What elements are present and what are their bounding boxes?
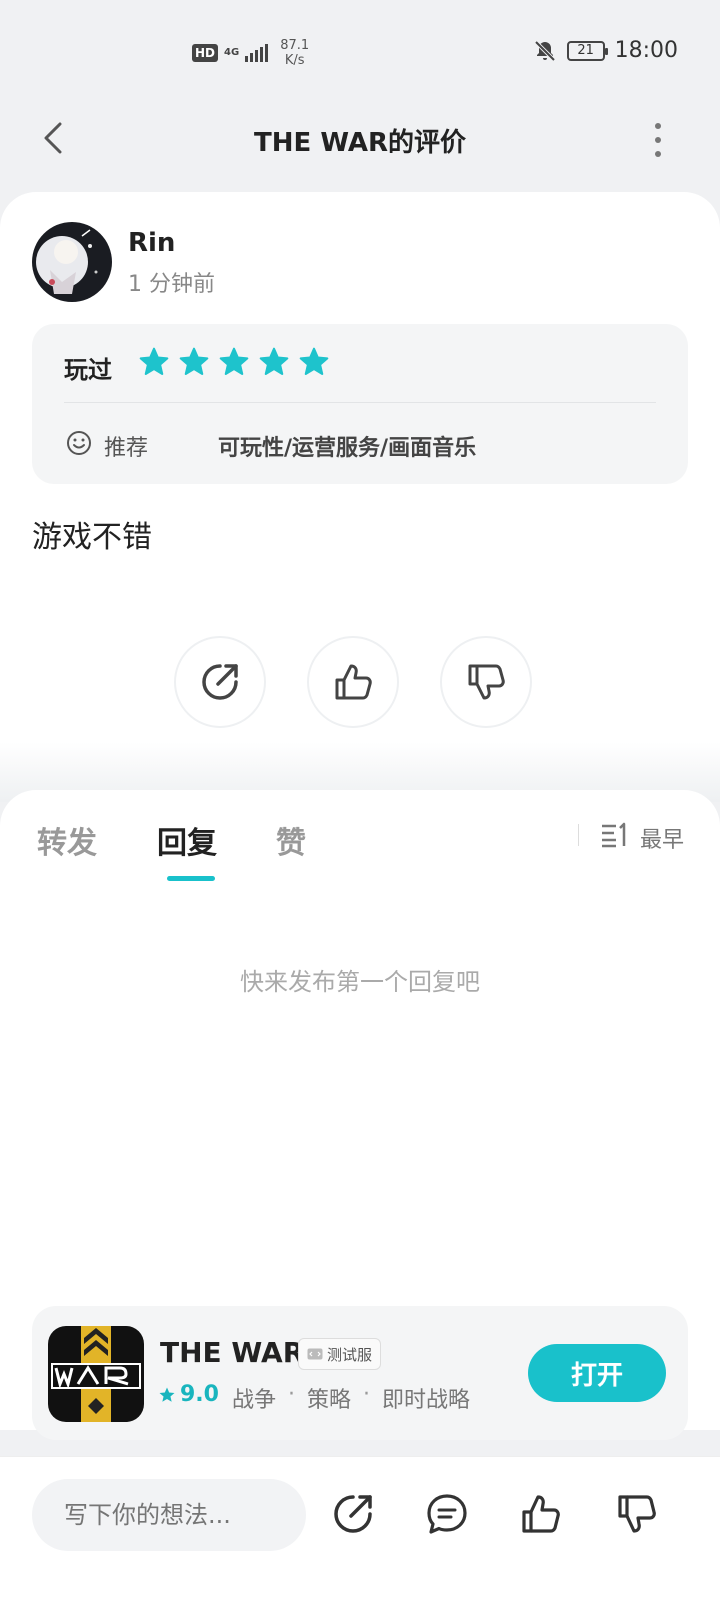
divider [64, 402, 656, 403]
beta-badge: 测试服 [298, 1338, 382, 1370]
page-title: THE WAR的评价 [254, 128, 466, 158]
more-button[interactable] [648, 122, 668, 158]
dislike-button[interactable] [612, 1489, 662, 1539]
dislike-button[interactable] [440, 636, 532, 728]
speed-value: 87.1 [280, 38, 310, 53]
posted-time: 1 分钟前 [128, 272, 215, 297]
app-name: THE WAR [160, 1336, 305, 1369]
divider [578, 824, 579, 846]
share-icon [202, 664, 238, 700]
avatar[interactable] [32, 222, 112, 302]
star-icon [219, 347, 249, 375]
app-tag: 即时战略 [382, 1388, 471, 1413]
network-type: 4G [224, 47, 240, 58]
status-bar: HD 4G 87.1 K/s 21 18:00 [0, 0, 720, 100]
hd-badge: HD [192, 44, 219, 62]
app-tag: 战争 [232, 1388, 277, 1413]
star-icon [159, 1387, 175, 1402]
the-war-logo [48, 1326, 144, 1422]
smile-icon [67, 431, 91, 455]
empty-replies-hint: 快来发布第一个回复吧 [240, 968, 480, 996]
battery-icon: 21 [566, 40, 608, 61]
star-rating [138, 346, 330, 378]
sort-icon[interactable] [600, 822, 630, 848]
sort-label[interactable]: 最早 [640, 822, 684, 854]
played-label: 玩过 [64, 356, 112, 384]
active-tab-indicator [167, 876, 215, 881]
star-icon [259, 347, 289, 375]
rating-box: 玩过 推荐 可玩性/运营服务/画面音乐 [32, 324, 688, 484]
thumbs-up-icon [335, 664, 372, 700]
open-app-button[interactable]: 打开 [528, 1344, 666, 1402]
comment-input[interactable] [32, 1479, 306, 1551]
nav-bar: THE WAR的评价 [0, 100, 720, 180]
star-icon [179, 347, 209, 375]
share-icon [334, 1495, 372, 1533]
review-aspects: 可玩性/运营服务/画面音乐 [218, 436, 477, 461]
tab-likes[interactable]: 赞 [276, 818, 306, 862]
thumbs-down-icon [468, 664, 505, 700]
bell-off-icon [534, 40, 556, 61]
share-button[interactable] [328, 1489, 378, 1539]
recommend-label: 推荐 [104, 436, 149, 461]
thumbs-down-icon [618, 1495, 656, 1533]
comment-icon [427, 1494, 467, 1534]
separator: · [288, 1382, 296, 1407]
app-banner[interactable]: THE WAR 测试服 9.0 战争 · 策略 · 即时战略 打开 [32, 1306, 688, 1440]
network-speed: 87.1 K/s [280, 38, 309, 68]
username[interactable]: Rin [128, 228, 175, 258]
app-icon[interactable] [48, 1326, 144, 1422]
review-text: 游戏不错 [32, 520, 152, 555]
separator: · [363, 1382, 371, 1407]
app-tag: 策略 [307, 1388, 352, 1413]
beta-label: 测试服 [327, 1345, 373, 1364]
clock: 18:00 [614, 38, 678, 63]
star-icon [139, 347, 169, 375]
avatar-image [32, 222, 112, 302]
app-rating-value: 9.0 [180, 1382, 219, 1407]
tab-reposts[interactable]: 转发 [37, 818, 97, 862]
comment-button[interactable] [422, 1489, 472, 1539]
app-rating: 9.0 [158, 1382, 219, 1407]
share-button[interactable] [174, 636, 266, 728]
beta-icon [307, 1348, 323, 1360]
bottom-bar [0, 1456, 720, 1600]
like-button[interactable] [516, 1489, 566, 1539]
speed-unit: K/s [284, 53, 305, 68]
signal-icon [245, 44, 269, 62]
review-card: Rin 1 分钟前 玩过 推荐 可玩性/运营服务/画面音乐 游戏不错 [0, 192, 720, 802]
thumbs-up-icon [522, 1495, 560, 1533]
more-vertical-icon [655, 123, 661, 157]
star-icon [299, 347, 329, 375]
tab-replies[interactable]: 回复 [157, 818, 217, 862]
app-tags: 战争 · 策略 · 即时战略 [232, 1382, 470, 1414]
like-button[interactable] [307, 636, 399, 728]
